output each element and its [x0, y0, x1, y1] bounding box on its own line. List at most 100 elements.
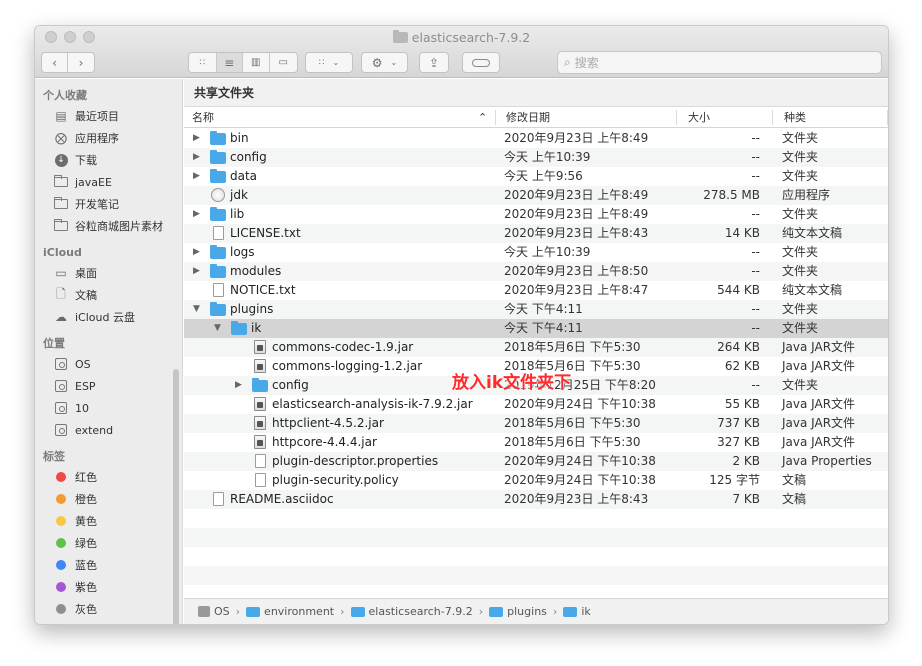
sidebar-tag-blue[interactable]: 蓝色 — [35, 554, 182, 576]
sidebar-scrollbar[interactable] — [173, 369, 179, 624]
column-date[interactable]: 修改日期 — [506, 107, 550, 128]
location-header: 共享文件夹 — [184, 79, 888, 107]
breadcrumb-ik[interactable]: ik — [563, 605, 591, 618]
table-row[interactable]: ▶ lib 2020年9月23日 上午8:49 -- 文件夹 — [184, 205, 888, 224]
sidebar-item-esp[interactable]: ESP — [35, 375, 182, 397]
sidebar-item-label: 桌面 — [75, 267, 97, 280]
sidebar-item-os[interactable]: OS — [35, 353, 182, 375]
folder-icon — [392, 30, 408, 43]
table-row[interactable]: ▶ modules 2020年9月23日 上午8:50 -- 文件夹 — [184, 262, 888, 281]
disclosure-triangle-icon[interactable]: ▶ — [193, 243, 200, 262]
sidebar-item-10[interactable]: 10 — [35, 397, 182, 419]
sidebar-item-javaee[interactable]: javaEE — [35, 171, 182, 193]
back-button[interactable]: ‹ — [42, 53, 69, 72]
disclosure-triangle-open-icon[interactable]: ▼ — [214, 319, 221, 338]
sidebar-item-image-assets[interactable]: 谷粒商城图片素材 — [35, 215, 182, 237]
breadcrumb-plugins[interactable]: plugins — [489, 605, 547, 618]
icon-view-button[interactable]: ∷ — [189, 53, 217, 72]
column-kind[interactable]: 种类 — [784, 107, 806, 128]
tag-button[interactable] — [462, 52, 500, 73]
sidebar-item-applications[interactable]: ⨂ 应用程序 — [35, 127, 182, 149]
column-size[interactable]: 大小 — [688, 107, 710, 128]
table-row[interactable]: ▼ plugins 今天 下午4:11 -- 文件夹 — [184, 300, 888, 319]
table-row[interactable]: jdk 2020年9月23日 上午8:49 278.5 MB 应用程序 — [184, 186, 888, 205]
disclosure-triangle-open-icon[interactable]: ▼ — [193, 300, 200, 319]
action-button[interactable]: ⚙ ⌄ — [361, 52, 408, 73]
grid-icon: ∷ — [199, 57, 206, 68]
file-date: 今天 下午4:11 — [504, 321, 583, 335]
table-row[interactable]: commons-codec-1.9.jar 2018年5月6日 下午5:30 2… — [184, 338, 888, 357]
sidebar-item-desktop[interactable]: ▭ 桌面 — [35, 262, 182, 284]
sidebar-tag-gray[interactable]: 灰色 — [35, 598, 182, 620]
file-name: elasticsearch-analysis-ik-7.9.2.jar — [272, 397, 473, 411]
folder-icon — [489, 606, 504, 617]
file-date: 2020年9月23日 上午8:43 — [504, 226, 649, 240]
gallery-view-button[interactable]: ▭ — [270, 53, 297, 72]
tag-dot-icon — [56, 472, 66, 482]
file-size: -- — [751, 378, 760, 392]
application-icon — [211, 188, 225, 202]
table-row[interactable]: httpclient-4.5.2.jar 2018年5月6日 下午5:30 73… — [184, 414, 888, 433]
forward-button[interactable]: › — [68, 53, 94, 72]
breadcrumb-os[interactable]: OS — [198, 605, 230, 618]
share-button[interactable]: ⇪ — [419, 52, 449, 73]
sidebar-tag-orange[interactable]: 橙色 — [35, 488, 182, 510]
column-view-button[interactable]: ▥ — [243, 53, 270, 72]
disclosure-triangle-icon[interactable]: ▶ — [193, 205, 200, 224]
sidebar-item-extend[interactable]: extend — [35, 419, 182, 441]
file-name: plugin-security.policy — [272, 473, 399, 487]
sidebar-tag-yellow[interactable]: 黄色 — [35, 510, 182, 532]
group-grid-icon: ∷ — [318, 57, 325, 68]
file-name: lib — [230, 207, 245, 221]
file-kind: Java JAR文件 — [782, 416, 856, 430]
sidebar-tag-red[interactable]: 红色 — [35, 466, 182, 488]
breadcrumb-environment[interactable]: environment — [246, 605, 334, 618]
sidebar-tag-green[interactable]: 绿色 — [35, 532, 182, 554]
recents-icon: ▤ — [55, 109, 67, 123]
table-row[interactable]: README.asciidoc 2020年9月23日 上午8:43 7 KB 文… — [184, 490, 888, 509]
file-name: config — [230, 150, 267, 164]
folder-icon — [53, 197, 69, 211]
table-row[interactable]: ▶ config 今天 上午10:39 -- 文件夹 — [184, 148, 888, 167]
sidebar-item-dev-notes[interactable]: 开发笔记 — [35, 193, 182, 215]
disclosure-triangle-icon[interactable]: ▶ — [235, 376, 242, 395]
table-row[interactable]: httpcore-4.4.4.jar 2018年5月6日 下午5:30 327 … — [184, 433, 888, 452]
empty-row — [184, 566, 888, 585]
sidebar-item-icloud-drive[interactable]: ☁ iCloud 云盘 — [35, 306, 182, 328]
table-row[interactable]: ▶ logs 今天 上午10:39 -- 文件夹 — [184, 243, 888, 262]
disclosure-triangle-icon[interactable]: ▶ — [193, 148, 200, 167]
annotation-text: 放入ik文件夹下 — [452, 373, 572, 393]
file-kind: 纯文本文稿 — [782, 283, 843, 297]
chevron-right-icon: › — [235, 605, 241, 618]
sidebar-item-recents[interactable]: ▤ 最近项目 — [35, 105, 182, 127]
table-row[interactable]: plugin-descriptor.properties 2020年9月24日 … — [184, 452, 888, 471]
sidebar-tag-purple[interactable]: 紫色 — [35, 576, 182, 598]
breadcrumb-elasticsearch[interactable]: elasticsearch-7.9.2 — [350, 605, 473, 618]
file-date: 2020年9月24日 下午10:38 — [504, 397, 656, 411]
sidebar-item-downloads[interactable]: ↓ 下载 — [35, 149, 182, 171]
table-row-selected[interactable]: ▼ ik 今天 下午4:11 -- 文件夹 — [184, 319, 888, 338]
group-button[interactable]: ∷ ⌄ — [305, 52, 353, 73]
table-row[interactable]: LICENSE.txt 2020年9月23日 上午8:43 14 KB 纯文本文… — [184, 224, 888, 243]
table-row[interactable]: ▶ bin 2020年9月23日 上午8:49 -- 文件夹 — [184, 129, 888, 148]
file-size: 55 KB — [724, 397, 760, 411]
table-row[interactable]: elasticsearch-analysis-ik-7.9.2.jar 2020… — [184, 395, 888, 414]
search-input[interactable] — [574, 55, 865, 70]
folder-icon — [231, 321, 247, 335]
file-name: modules — [230, 264, 282, 278]
file-name: README.asciidoc — [230, 492, 334, 506]
sidebar-item-label: 紫色 — [75, 581, 97, 594]
table-row[interactable]: ▶ data 今天 上午9:56 -- 文件夹 — [184, 167, 888, 186]
file-kind: 文件夹 — [782, 131, 819, 145]
disclosure-triangle-icon[interactable]: ▶ — [193, 129, 200, 148]
table-row[interactable]: NOTICE.txt 2020年9月23日 上午8:47 544 KB 纯文本文… — [184, 281, 888, 300]
list-view-button[interactable]: ≡ — [216, 53, 244, 72]
disclosure-triangle-icon[interactable]: ▶ — [193, 167, 200, 186]
cloud-icon: ☁ — [55, 310, 67, 324]
disclosure-triangle-icon[interactable]: ▶ — [193, 262, 200, 281]
table-row[interactable]: plugin-security.policy 2020年9月24日 下午10:3… — [184, 471, 888, 490]
column-name[interactable]: 名称 — [192, 107, 214, 128]
sidebar-item-documents[interactable]: 🗋 文稿 — [35, 284, 182, 306]
file-size: 2 KB — [732, 454, 760, 468]
search-field[interactable]: ⌕ — [557, 51, 882, 74]
